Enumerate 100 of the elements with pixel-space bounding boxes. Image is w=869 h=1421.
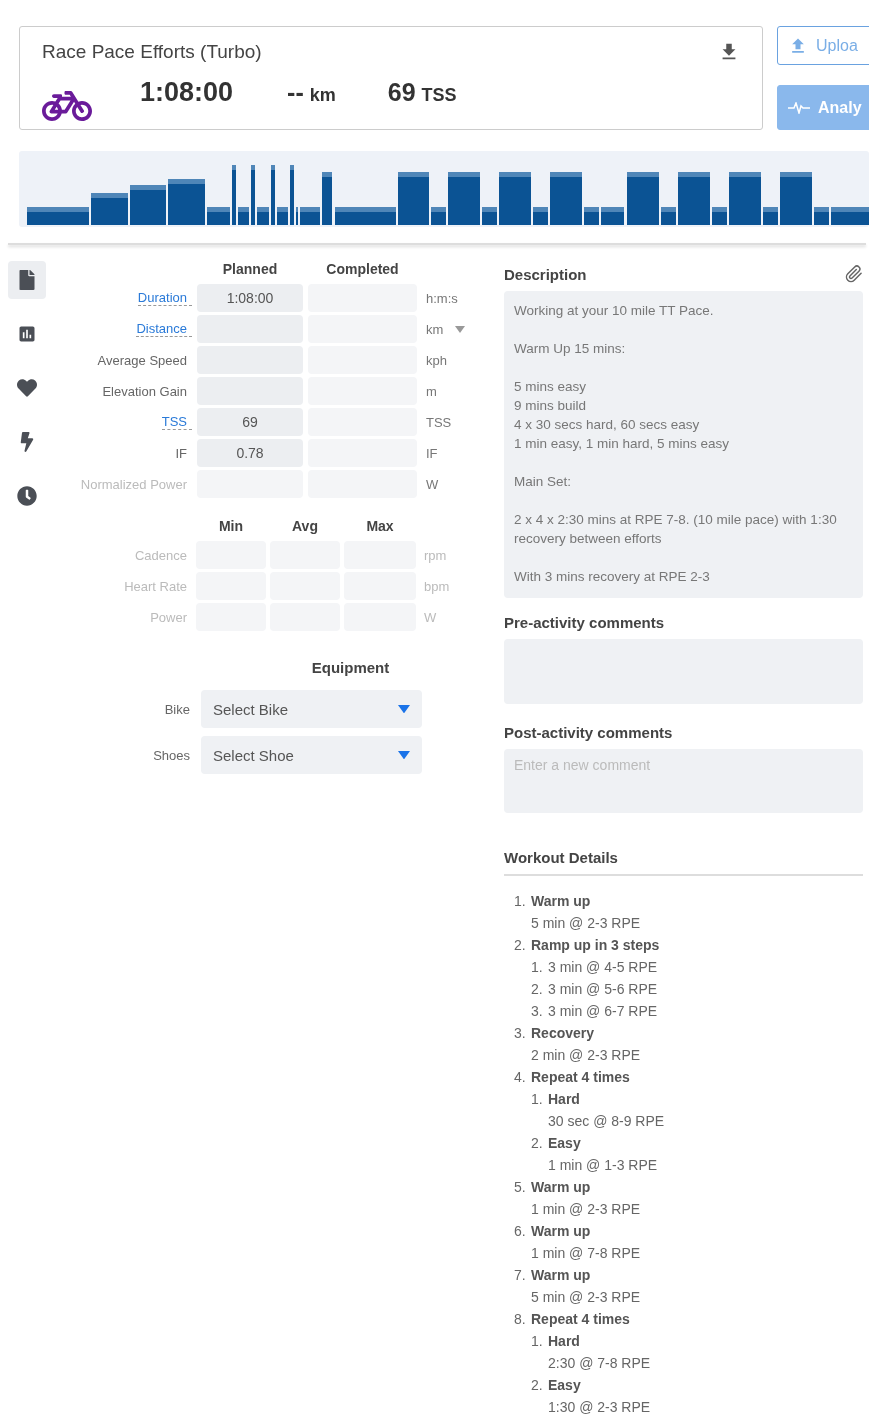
step-title: Ramp up in 3 steps	[531, 936, 660, 955]
equipment-label: Shoes	[152, 747, 190, 763]
step-number: 8.	[514, 1310, 527, 1329]
unit-label: km	[426, 321, 444, 337]
step-detail: 1 min @ 7-8 RPE	[531, 1244, 641, 1263]
metric-label: Average Speed	[97, 352, 188, 368]
column-header: Max	[365, 518, 395, 536]
distance-value: --	[287, 78, 304, 107]
step-title: Easy	[548, 1376, 582, 1395]
step-number: 1.	[531, 958, 544, 977]
unit-label: TSS	[426, 414, 452, 430]
description-text: 2 x 4 x 2:30 mins at RPE 7-8. (10 mile pace) with 1:30 recovery between efforts	[514, 511, 838, 548]
step-number: 6.	[514, 1222, 527, 1241]
pulse-icon	[788, 101, 810, 114]
metric-link[interactable]: Duration	[137, 290, 192, 306]
metric-label: Heart Rate	[124, 578, 188, 594]
step-title: Hard	[548, 1332, 581, 1351]
step-number: 1.	[531, 1332, 544, 1351]
tss-unit: TSS	[421, 85, 457, 106]
clock-icon	[17, 486, 37, 506]
step-number: 1.	[514, 892, 527, 911]
step-detail: 1:30 @ 2-3 RPE	[548, 1398, 651, 1417]
column-header: Completed	[325, 261, 400, 279]
sidebar-tab[interactable]	[8, 261, 46, 299]
step-number: 4.	[514, 1068, 527, 1087]
step-title: Warm up	[531, 892, 592, 911]
equipment-select[interactable]: Select Bike	[201, 690, 422, 728]
step-number: 2.	[531, 1134, 544, 1153]
bar-chart-icon	[17, 324, 37, 344]
step-title: Hard	[548, 1090, 581, 1109]
equipment-select[interactable]: Select Shoe	[201, 736, 422, 774]
planned-value: 69	[242, 414, 258, 430]
distance-unit: km	[309, 85, 336, 106]
step-detail: 3 min @ 4-5 RPE	[548, 958, 658, 977]
step-detail: 3 min @ 5-6 RPE	[548, 980, 658, 999]
column-header: Planned	[221, 261, 279, 279]
step-detail: 5 min @ 2-3 RPE	[531, 1288, 641, 1307]
paperclip-icon[interactable]	[845, 265, 863, 283]
step-detail: 1 min @ 2-3 RPE	[531, 1200, 641, 1219]
tss-value: 69	[387, 78, 416, 107]
metric-link[interactable]: Distance	[136, 321, 192, 337]
step-detail: 30 sec @ 8-9 RPE	[548, 1112, 665, 1131]
section-title: Pre-activity comments	[504, 614, 665, 631]
duration-value: 1:08:00	[140, 77, 234, 108]
metric-label: IF	[175, 445, 188, 461]
unit-label: h:m:s	[426, 290, 458, 306]
section-title: Workout Details	[504, 849, 618, 866]
step-number: 2.	[514, 936, 527, 955]
metric-label: Power	[150, 609, 188, 625]
planned-field[interactable]: 69	[197, 408, 303, 436]
step-detail: 2:30 @ 7-8 RPE	[548, 1354, 651, 1373]
metric-link[interactable]: TSS	[161, 414, 192, 430]
step-number: 5.	[514, 1178, 527, 1197]
planned-value: 0.78	[236, 445, 264, 461]
step-title: Repeat 4 times	[531, 1068, 631, 1087]
planned-value: 1:08:00	[226, 290, 274, 306]
equipment-title: Equipment	[311, 659, 390, 676]
metric-label: Elevation Gain	[102, 383, 188, 399]
workout-title: Race Pace Efforts (Turbo)	[42, 41, 262, 63]
column-header: Min	[217, 518, 245, 536]
step-number: 2.	[531, 1376, 544, 1395]
step-number: 2.	[531, 980, 544, 999]
section-title: Description	[504, 265, 587, 283]
caret-icon	[398, 750, 410, 760]
planned-field[interactable]: 1:08:00	[197, 284, 303, 312]
comment-field[interactable]: Enter a new comment	[504, 749, 863, 813]
metric-label: Cadence	[134, 547, 188, 563]
step-number: 1.	[531, 1090, 544, 1109]
section-title: Post-activity comments	[504, 724, 673, 741]
step-number: 3.	[531, 1002, 544, 1021]
unit-label: W	[426, 476, 439, 492]
description-text: Main Set:	[514, 473, 573, 491]
step-detail: 2 min @ 2-3 RPE	[531, 1046, 641, 1065]
metric-label: Normalized Power	[80, 476, 188, 492]
step-number: 7.	[514, 1266, 527, 1285]
unit-label: W	[424, 609, 437, 625]
description-text: Working at your 10 mile TT Pace.	[514, 302, 715, 320]
caret-icon	[398, 704, 410, 714]
step-title: Repeat 4 times	[531, 1310, 631, 1329]
step-number: 3.	[514, 1024, 527, 1043]
step-title: Recovery	[531, 1024, 596, 1043]
unit-label: kph	[426, 352, 447, 368]
unit-label: m	[426, 383, 437, 399]
description-text: With 3 mins recovery at RPE 2-3	[514, 568, 711, 586]
step-title: Warm up	[531, 1178, 592, 1197]
unit-label: bpm	[424, 578, 450, 594]
step-detail: 1 min @ 1-3 RPE	[548, 1156, 658, 1175]
description-text: 5 mins easy 9 mins build 4 x 30 secs hard, 60 secs easy 1 min easy, 1 min hard, 5 mins easy	[514, 378, 731, 453]
document-icon	[17, 270, 37, 290]
column-header: Avg	[291, 518, 319, 536]
unit-label: rpm	[424, 547, 447, 563]
step-title: Warm up	[531, 1266, 592, 1285]
unit-label: IF	[426, 445, 438, 461]
heart-icon	[17, 378, 37, 398]
step-title: Easy	[548, 1134, 582, 1153]
step-detail: 5 min @ 2-3 RPE	[531, 914, 641, 933]
description-text: Warm Up 15 mins:	[514, 340, 627, 358]
step-title: Warm up	[531, 1222, 592, 1241]
equipment-label: Bike	[163, 701, 190, 717]
planned-field[interactable]: 0.78	[197, 439, 303, 467]
